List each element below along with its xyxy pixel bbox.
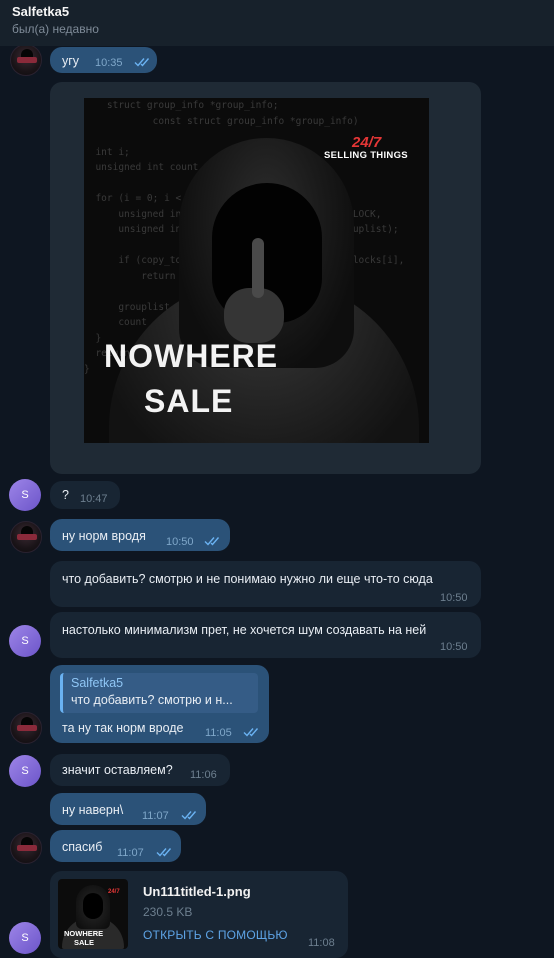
poster-title-line1: NOWHERE: [104, 338, 279, 374]
message-text: что добавить? смотрю и не понимаю нужно …: [62, 572, 433, 586]
open-with-link[interactable]: ОТКРЫТЬ С ПОМОЩЬЮ: [143, 928, 288, 942]
message-time: 10:50: [440, 592, 468, 604]
message-bubble[interactable]: ? 10:47: [50, 481, 120, 509]
my-avatar[interactable]: [10, 44, 42, 76]
message-bubble[interactable]: ну норм вродя 10:50: [50, 519, 230, 551]
read-ticks-icon: [243, 727, 261, 737]
message-time: 11:06: [190, 769, 217, 781]
message-time: 11:07: [117, 847, 144, 859]
message-time: 10:35: [95, 57, 123, 69]
message-time: 11:08: [308, 937, 335, 949]
read-ticks-icon: [134, 57, 152, 67]
file-name[interactable]: Un111titled-1.png: [143, 884, 251, 899]
contact-avatar[interactable]: S: [9, 755, 41, 787]
poster-subtag: SELLING THINGS: [324, 150, 408, 161]
my-avatar[interactable]: [10, 712, 42, 744]
message-text: та ну так норм вроде: [62, 721, 184, 735]
message-text: ну наверн\: [62, 803, 124, 817]
message-bubble[interactable]: угу 10:35: [50, 47, 157, 73]
my-avatar[interactable]: [10, 521, 42, 553]
message-time: 10:50: [166, 536, 194, 548]
poster-tag: 24/7: [352, 134, 382, 151]
my-avatar[interactable]: [10, 832, 42, 864]
poster-finger: [252, 238, 264, 298]
file-message[interactable]: 24/7 NOWHERE SALE Un111titled-1.png 230.…: [50, 871, 348, 958]
poster-title-line2: SALE: [144, 383, 234, 419]
contact-avatar[interactable]: S: [9, 922, 41, 954]
reply-text: что добавить? смотрю и н...: [71, 693, 233, 707]
thumb-title-line2: SALE: [74, 938, 95, 947]
reply-quote[interactable]: Salfetka5 что добавить? смотрю и н...: [60, 673, 258, 713]
message-text: значит оставляем?: [62, 763, 173, 777]
message-text: ?: [62, 488, 69, 502]
message-text: угу: [62, 54, 80, 68]
thumb-face: [83, 893, 103, 919]
message-text: спасиб: [62, 840, 103, 854]
read-ticks-icon: [204, 536, 222, 546]
file-thumbnail[interactable]: 24/7 NOWHERE SALE: [58, 879, 128, 949]
file-size: 230.5 KB: [143, 905, 193, 919]
poster-image[interactable]: struct group_info *group_info; const str…: [84, 98, 429, 443]
read-ticks-icon: [156, 847, 174, 857]
message-text: настолько минимализм прет, не хочется шу…: [62, 623, 427, 637]
message-bubble[interactable]: что добавить? смотрю и не понимаю нужно …: [50, 561, 481, 607]
message-bubble[interactable]: спасиб 11:07: [50, 830, 181, 862]
message-bubble[interactable]: значит оставляем? 11:06: [50, 754, 230, 786]
contact-name[interactable]: Salfetka5: [12, 4, 542, 20]
message-time: 11:05: [205, 727, 232, 739]
contact-avatar[interactable]: S: [9, 479, 41, 511]
message-time: 11:07: [142, 810, 169, 822]
chat-header[interactable]: Salfetka5 был(а) недавно: [0, 0, 554, 46]
thumb-title-line1: NOWHERE: [64, 929, 104, 938]
message-bubble[interactable]: ну наверн\ 11:07: [50, 793, 206, 825]
contact-avatar[interactable]: S: [9, 625, 41, 657]
message-bubble[interactable]: Salfetka5 что добавить? смотрю и н... та…: [50, 665, 269, 743]
message-time: 10:47: [80, 493, 108, 505]
reply-author: Salfetka5: [71, 676, 124, 690]
thumb-tag: 24/7: [108, 889, 120, 895]
contact-status: был(а) недавно: [12, 22, 99, 36]
message-time: 10:50: [440, 641, 468, 653]
message-bubble[interactable]: настолько минимализм прет, не хочется шу…: [50, 612, 481, 658]
read-ticks-icon: [181, 810, 199, 820]
message-text: ну норм вродя: [62, 529, 146, 543]
